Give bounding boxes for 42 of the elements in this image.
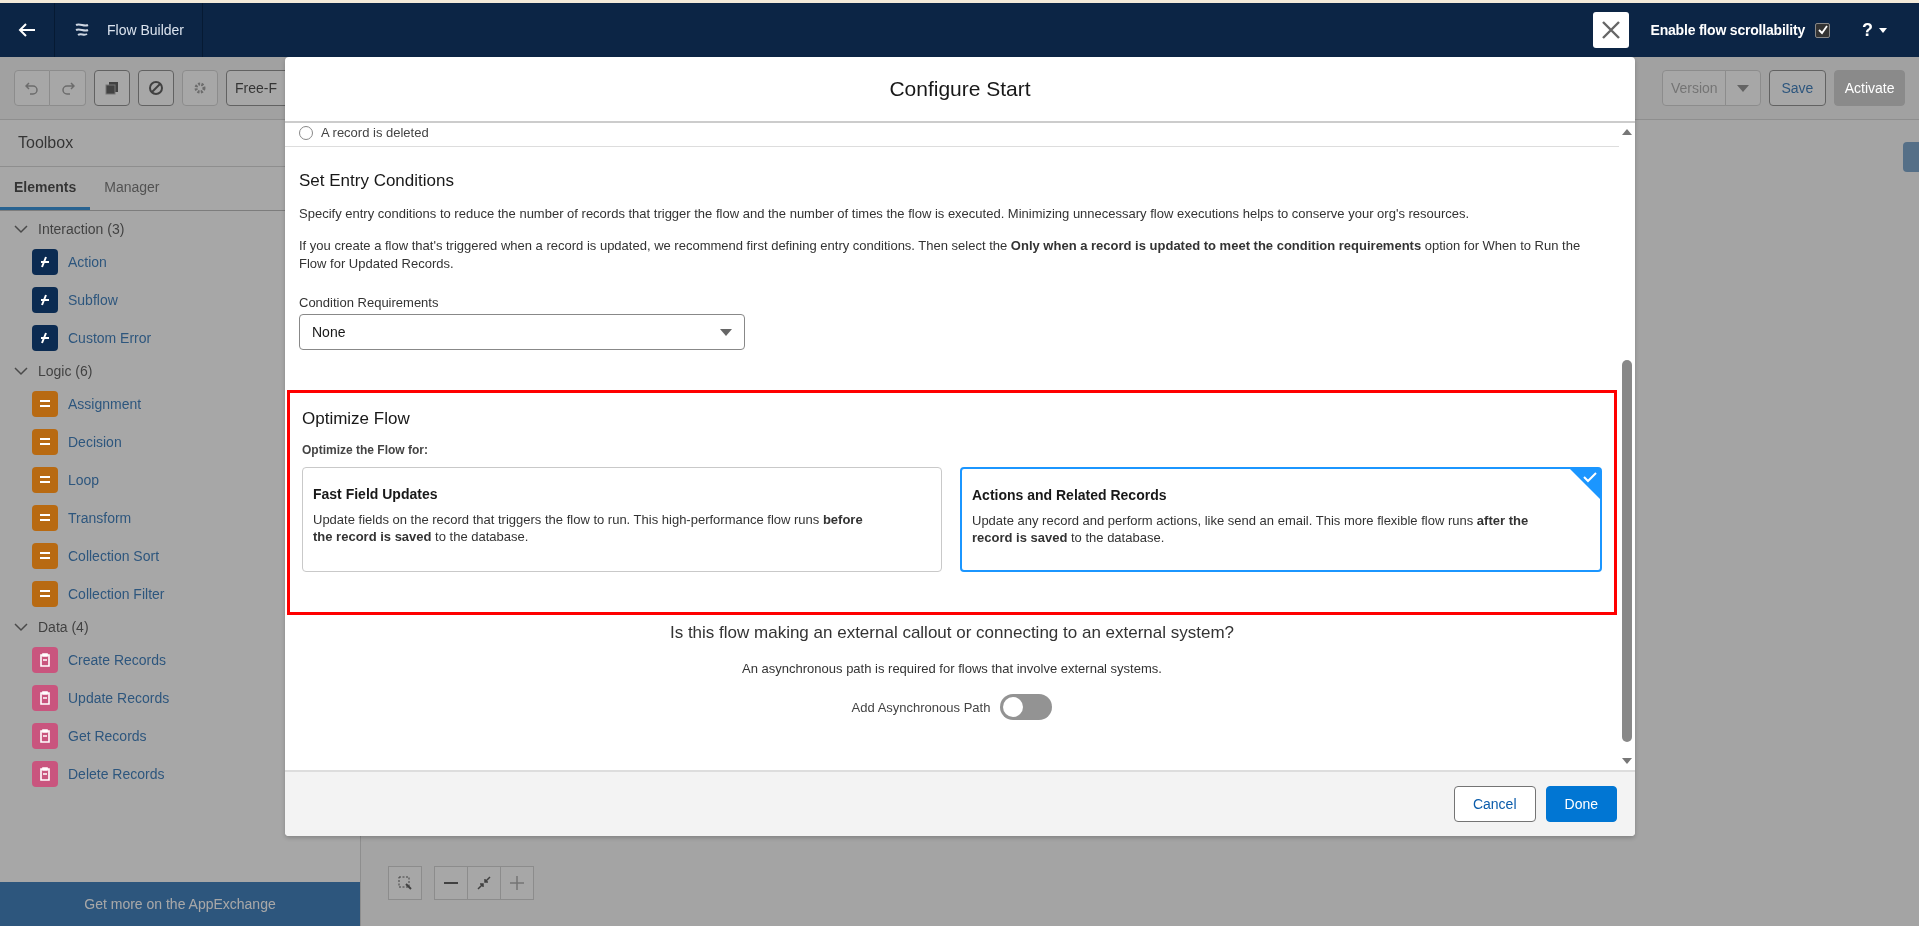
section-heading: Optimize Flow xyxy=(302,409,411,429)
option-description: Update any record and perform actions, like send an email. This more flexible flow runs after the record is saved to the database. xyxy=(972,512,1530,546)
field-label: Condition Requirements xyxy=(299,295,440,310)
option-title: Fast Field Updates xyxy=(313,486,439,502)
element-link[interactable]: Collection Filter xyxy=(68,586,165,602)
section-heading: Set Entry Conditions xyxy=(299,171,455,191)
option-card[interactable]: Actions and Related Records Update any record and perform actions, like send an email. This more flexible flow runs after the record is saved to the database. xyxy=(960,467,1602,572)
element-link[interactable]: Delete Records xyxy=(68,766,165,782)
question-text: Is this flow making an external callout or connecting to an external system? xyxy=(668,623,1236,643)
tab[interactable]: Manager xyxy=(90,167,174,210)
save-button[interactable]: Save xyxy=(1768,70,1827,106)
options-label: Optimize the Flow for: xyxy=(302,443,429,457)
group-header[interactable]: Interaction (3) xyxy=(0,215,139,243)
group-header[interactable]: Data (4) xyxy=(0,613,103,641)
element-link[interactable]: Create Records xyxy=(68,652,167,668)
element-link[interactable]: Get Records xyxy=(68,728,147,744)
scroll-option-label: Enable flow scrollability xyxy=(1650,22,1805,38)
option-description: Update fields on the record that triggers the flow to run. This high-performance flow runs before the record is saved to the database. xyxy=(313,511,864,545)
note-text: An asynchronous path is required for flows that involve external systems. xyxy=(741,661,1163,676)
cancel-button[interactable]: Cancel xyxy=(1453,786,1536,822)
element-link[interactable]: Collection Sort xyxy=(68,548,160,564)
tab[interactable]: Elements xyxy=(0,167,91,210)
element-link[interactable]: Loop xyxy=(68,472,100,488)
option-title: Actions and Related Records xyxy=(972,487,1168,503)
element-link[interactable]: Update Records xyxy=(68,690,170,706)
app-title: Flow Builder xyxy=(107,22,185,38)
modal-title: Configure Start xyxy=(889,77,1031,101)
help-button[interactable]: ? xyxy=(1856,18,1893,42)
element-link[interactable]: Decision xyxy=(68,434,122,450)
element-link[interactable]: Subflow xyxy=(68,292,118,308)
element-link[interactable]: Transform xyxy=(68,510,132,526)
appexchange-link[interactable]: Get more on the AppExchange xyxy=(0,882,360,926)
description-text: If you create a flow that's triggered when a record is updated, we recommend first defining entry conditions. Then select the Only when a record is updated to meet the condition requirements option for When to Run the Flow for Updated Records. xyxy=(299,237,1582,273)
element-link[interactable]: Assignment xyxy=(68,396,142,412)
done-button[interactable]: Done xyxy=(1545,786,1617,822)
element-link[interactable]: Action xyxy=(68,254,107,270)
toggle-label: Add Asynchronous Path xyxy=(851,699,991,715)
group-header[interactable]: Logic (6) xyxy=(0,357,107,385)
description-text: Specify entry conditions to reduce the number of records that trigger the flow and the number of times the flow is executed. Minimizing unnecessary flow executions helps to conserve your org's resources. xyxy=(299,205,1471,223)
element-link[interactable]: Custom Error xyxy=(68,330,152,346)
option-card[interactable]: Fast Field Updates Update fields on the record that triggers the flow to run. This high-performance flow runs before the record is saved to the database. xyxy=(302,467,942,572)
condition-dropdown[interactable]: None xyxy=(299,314,745,350)
